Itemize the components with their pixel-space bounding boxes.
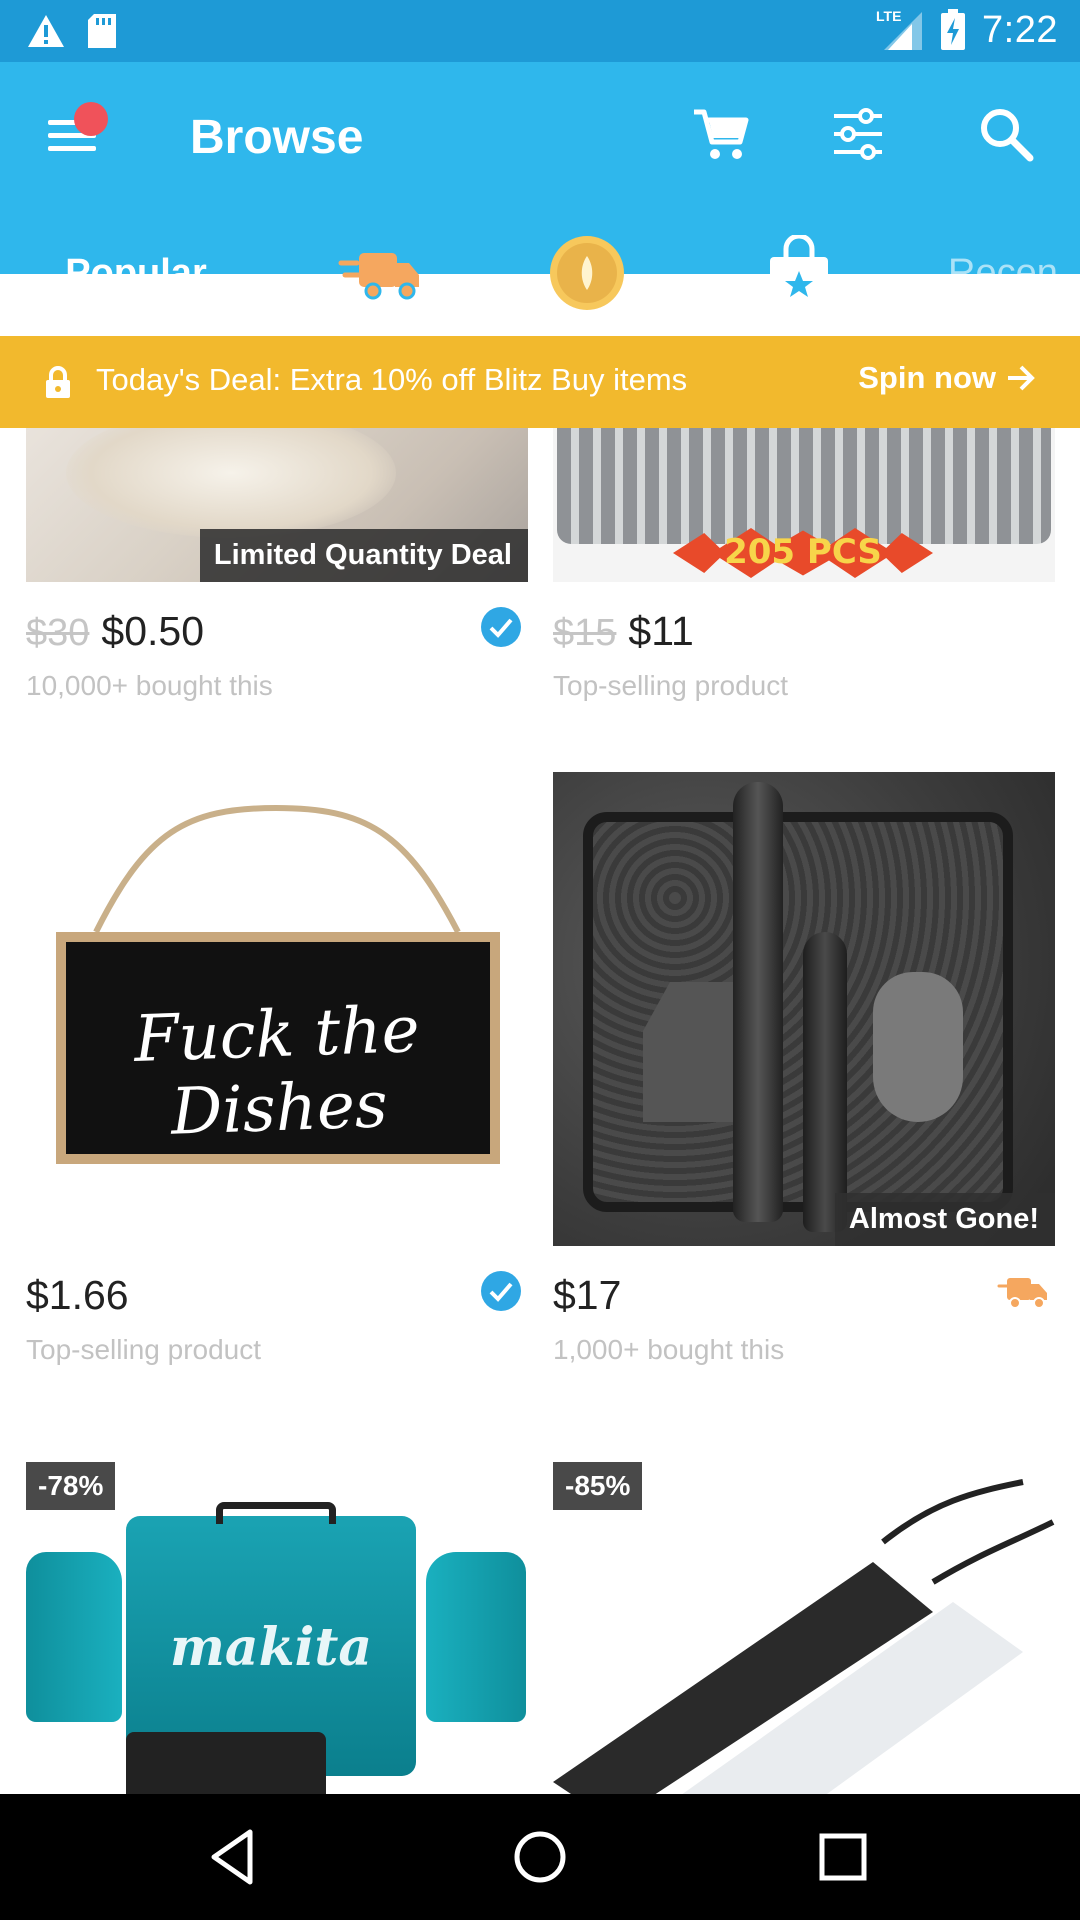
warning-icon [28, 15, 64, 47]
lock-icon [46, 366, 70, 398]
product-image: 205 PCS [553, 428, 1055, 582]
product-card[interactable]: Limited Quantity Deal $30 $0.50 10,000+ … [26, 428, 528, 728]
arrow-right-icon [1008, 365, 1035, 391]
notification-dot [74, 102, 108, 136]
knife-image [733, 782, 783, 1222]
sale-price: $1.66 [26, 1272, 129, 1318]
tab-coins[interactable] [542, 210, 632, 336]
back-icon[interactable] [202, 1824, 268, 1890]
system-navigation-bar [0, 1794, 1080, 1920]
tab-indicator [0, 328, 272, 334]
recent-apps-icon[interactable] [810, 1824, 876, 1890]
tool-set-image [557, 428, 1051, 544]
deal-banner[interactable]: Today's Deal: Extra 10% off Blitz Buy it… [0, 336, 1080, 428]
spin-now-button[interactable]: Spin now [858, 360, 1036, 396]
status-bar: LTE 7:22 [0, 0, 1080, 62]
sd-card-icon [88, 14, 116, 48]
stock-badge: Almost Gone! [834, 1193, 1055, 1246]
sale-price: $17 [553, 1272, 622, 1318]
product-image: -85% [553, 1462, 1055, 1794]
purchase-count: 1,000+ bought this [553, 1334, 785, 1365]
clock: 7:22 [982, 8, 1058, 51]
product-card[interactable]: Fuck the Dishes $1.66 Top-selling produc… [26, 772, 528, 1392]
delivery-truck-icon [997, 1278, 1047, 1309]
category-tabs: Popular Recen [0, 210, 1080, 340]
price-row: $1.66 [26, 1272, 528, 1324]
sale-price: $0.50 [101, 608, 205, 654]
shopping-bag-star-icon [770, 235, 828, 309]
original-price: $30 [26, 612, 90, 654]
product-card[interactable]: -85% [553, 1462, 1055, 1794]
charger-image [126, 1732, 326, 1794]
product-feed[interactable]: Limited Quantity Deal $30 $0.50 10,000+ … [0, 428, 1080, 1794]
knife-image [803, 932, 847, 1232]
pieces-label: 205 PCS [724, 532, 882, 572]
product-status: Top-selling product [26, 1334, 262, 1365]
sign-text: Fuck the Dishes [132, 993, 421, 1150]
search-icon[interactable] [976, 104, 1036, 164]
drill-image [426, 1552, 526, 1722]
product-image: Limited Quantity Deal [26, 428, 528, 582]
home-icon[interactable] [507, 1824, 573, 1890]
deal-text: Today's Deal: Extra 10% off Blitz Buy it… [96, 362, 688, 397]
signal-icon: LTE [876, 8, 924, 52]
discount-badge: -85% [553, 1462, 643, 1510]
deal-badge: Limited Quantity Deal [199, 529, 528, 582]
spin-now-label: Spin now [858, 360, 996, 395]
tab-blitz-buy[interactable] [754, 210, 844, 336]
price-row: $15 $11 [553, 608, 1055, 660]
delivery-truck-icon [338, 253, 419, 300]
tab-recent[interactable]: Recen [948, 210, 1080, 336]
gold-coin-icon [550, 236, 624, 310]
sheath-image [873, 972, 963, 1122]
product-card[interactable]: Almost Gone! $17 1,000+ bought this [553, 772, 1055, 1392]
sale-price: $11 [628, 608, 694, 654]
price-row: $17 [553, 1272, 1055, 1324]
app-bar: Browse Popular Recen [0, 62, 1080, 334]
verified-check-icon [481, 1271, 521, 1311]
tab-popular[interactable]: Popular [0, 210, 272, 336]
product-card[interactable]: 205 PCS $15 $11 Top-selling product [553, 428, 1055, 728]
price-row: $30 $0.50 [26, 608, 528, 660]
tab-delivery[interactable] [330, 210, 430, 336]
product-image: Almost Gone! [553, 772, 1055, 1246]
case-handle [216, 1502, 336, 1524]
jewelry-image [66, 428, 396, 538]
battery-charging-icon [941, 9, 966, 50]
page-title: Browse [190, 111, 364, 164]
verified-check-icon [481, 607, 521, 647]
filter-icon[interactable] [828, 104, 888, 164]
brand-logo: makita [169, 1617, 373, 1678]
menu-icon-line [48, 146, 96, 151]
product-image: makita -78% [26, 1462, 528, 1794]
product-card[interactable]: makita -78% [26, 1462, 528, 1794]
original-price: $15 [553, 612, 617, 654]
usb-hub-image [553, 1479, 1055, 1794]
purchase-count: 10,000+ bought this [26, 670, 273, 701]
impact-driver-image [26, 1552, 122, 1722]
product-status: Top-selling product [553, 670, 789, 701]
cart-icon[interactable] [690, 104, 750, 164]
product-image: Fuck the Dishes [26, 772, 528, 1246]
discount-badge: -78% [26, 1462, 116, 1510]
